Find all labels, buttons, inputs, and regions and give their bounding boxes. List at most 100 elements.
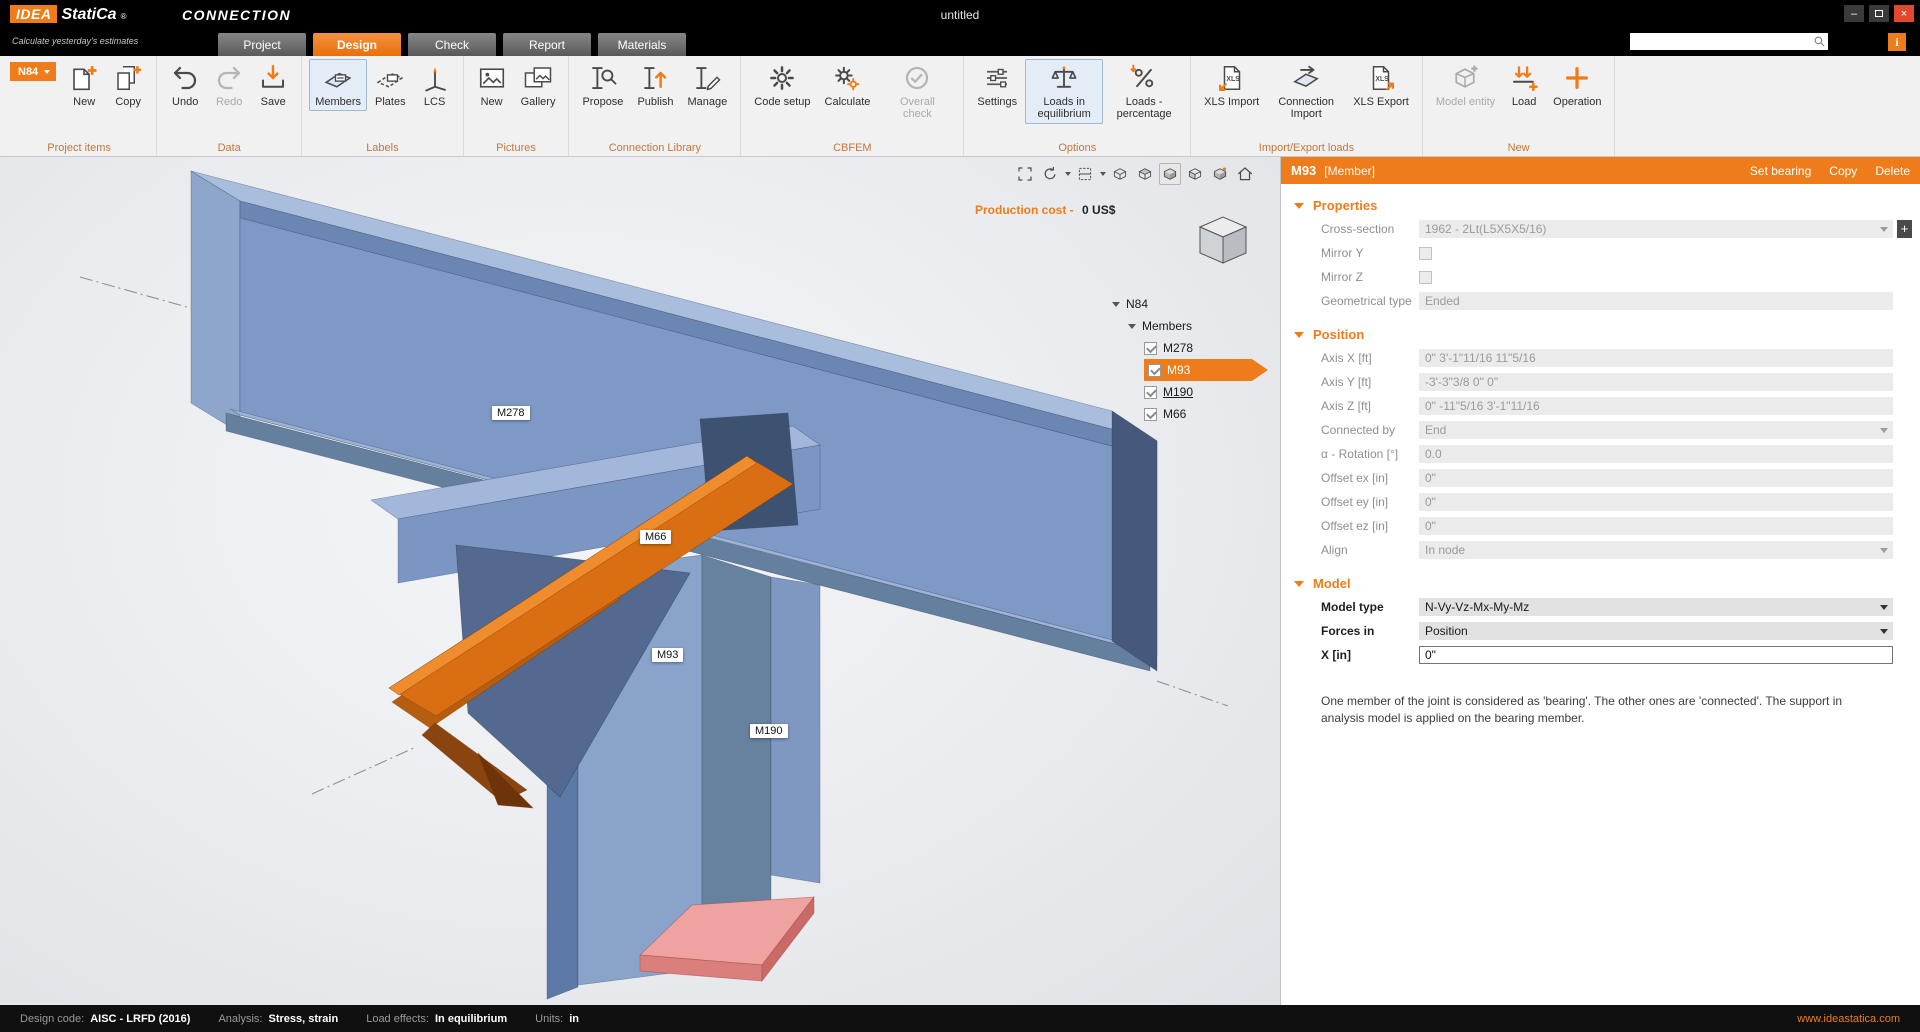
connection-import-button[interactable]: Connection Import xyxy=(1267,59,1345,124)
tree-item-m278[interactable]: M278 xyxy=(1144,337,1274,359)
m278-visibility-checkbox[interactable] xyxy=(1144,342,1157,355)
balance-scale-icon xyxy=(1049,63,1079,93)
delete-member-button[interactable]: Delete xyxy=(1875,164,1910,178)
orbit-button[interactable] xyxy=(1039,163,1061,185)
new-picture-button[interactable]: New xyxy=(471,59,513,111)
group-label-options: Options xyxy=(964,142,1190,154)
project-item-selector[interactable]: N84 xyxy=(10,62,56,81)
member-label-m278[interactable]: M278 xyxy=(492,406,530,420)
3d-viewport[interactable]: M278 M66 M93 M190 Production cost - 0 US… xyxy=(0,157,1280,1005)
section-position[interactable]: Position xyxy=(1281,327,1920,342)
settings-button[interactable]: Settings xyxy=(971,59,1023,111)
members-label-icon xyxy=(323,63,353,93)
group-label-new: New xyxy=(1423,142,1615,154)
undo-button[interactable]: Undo xyxy=(164,59,206,111)
tab-design[interactable]: Design xyxy=(313,33,401,56)
tab-project[interactable]: Project xyxy=(218,33,306,56)
view-front-face-button[interactable] xyxy=(1184,163,1206,185)
connected-by-dropdown: End xyxy=(1419,421,1893,439)
tab-check[interactable]: Check xyxy=(408,33,496,56)
row-offset-ey: Offset ey [in] 0" xyxy=(1281,490,1920,514)
view-shaded-top-icon xyxy=(1136,165,1154,183)
tree-node-root[interactable]: N84 xyxy=(1098,293,1274,315)
x-in-input[interactable] xyxy=(1419,646,1893,664)
info-button[interactable]: i xyxy=(1888,33,1906,51)
propose-button[interactable]: Propose xyxy=(576,59,629,111)
section-properties[interactable]: Properties xyxy=(1281,198,1920,213)
website-link[interactable]: www.ideastatica.com xyxy=(1797,1013,1900,1025)
m93-visibility-checkbox[interactable] xyxy=(1148,364,1161,377)
navigation-cube[interactable] xyxy=(1188,201,1258,271)
section-title: Model xyxy=(1313,576,1351,591)
row-model-type: Model type N-Vy-Vz-Mx-My-Mz xyxy=(1281,595,1920,619)
redo-button: Redo xyxy=(208,59,250,111)
tab-materials[interactable]: Materials xyxy=(598,33,686,56)
minimize-button[interactable]: – xyxy=(1844,5,1864,22)
chevron-down-icon[interactable] xyxy=(1128,324,1136,329)
xls-import-button[interactable]: XLS Import xyxy=(1198,59,1265,111)
members-labels-toggle[interactable]: Members xyxy=(309,59,367,111)
overall-check-button: Overall check xyxy=(878,59,956,124)
set-bearing-button[interactable]: Set bearing xyxy=(1750,164,1811,178)
row-cross-section: Cross-section 1962 - 2Lt(L5X5X5/16) + xyxy=(1281,217,1920,241)
section-model[interactable]: Model xyxy=(1281,576,1920,591)
close-button[interactable]: × xyxy=(1894,5,1914,22)
search-input[interactable] xyxy=(1630,33,1813,50)
tree-node-members[interactable]: Members xyxy=(1098,315,1274,337)
model-type-dropdown[interactable]: N-Vy-Vz-Mx-My-Mz xyxy=(1419,598,1893,616)
section-view-button[interactable] xyxy=(1074,163,1096,185)
3d-scene[interactable] xyxy=(0,157,1280,1005)
chevron-down-icon[interactable] xyxy=(1112,302,1120,307)
save-button[interactable]: Save xyxy=(252,59,294,111)
new-project-item-button[interactable]: New xyxy=(63,59,105,111)
copy-member-button[interactable]: Copy xyxy=(1829,164,1857,178)
view-marked-button[interactable] xyxy=(1209,163,1231,185)
new-load-button[interactable]: Load xyxy=(1503,59,1545,111)
panel-header: M93 [Member] Set bearing Copy Delete xyxy=(1281,157,1920,184)
tree-item-m190[interactable]: M190 xyxy=(1144,381,1274,403)
code-setup-button[interactable]: Code setup xyxy=(748,59,816,111)
new-operation-button[interactable]: Operation xyxy=(1547,59,1607,111)
calculate-button[interactable]: Calculate xyxy=(819,59,877,111)
plates-labels-toggle[interactable]: Plates xyxy=(369,59,412,111)
manage-button[interactable]: Manage xyxy=(682,59,734,111)
row-rotation: α - Rotation [°] 0.0 xyxy=(1281,442,1920,466)
m190-visibility-checkbox[interactable] xyxy=(1144,386,1157,399)
row-offset-ex: Offset ex [in] 0" xyxy=(1281,466,1920,490)
member-label-m66[interactable]: M66 xyxy=(640,530,671,544)
section-dropdown-caret[interactable] xyxy=(1100,172,1106,176)
fit-view-button[interactable] xyxy=(1014,163,1036,185)
maximize-button[interactable] xyxy=(1869,5,1889,22)
save-icon xyxy=(258,63,288,93)
status-units: Units: in xyxy=(535,1013,579,1025)
ribbon-group-connection-library: Propose Publish Manage Connection Librar… xyxy=(569,56,741,156)
lcs-toggle[interactable]: LCS xyxy=(414,59,456,111)
loads-in-equilibrium-toggle[interactable]: Loads in equilibrium xyxy=(1025,59,1103,124)
orbit-dropdown-caret[interactable] xyxy=(1065,172,1071,176)
home-view-button[interactable] xyxy=(1234,163,1256,185)
copy-project-item-button[interactable]: Copy xyxy=(107,59,149,111)
tree-item-label: M278 xyxy=(1163,341,1193,355)
member-label-m93[interactable]: M93 xyxy=(652,648,683,662)
tree-item-m66[interactable]: M66 xyxy=(1144,403,1274,425)
gear-icon xyxy=(767,63,797,93)
member-label-m190[interactable]: M190 xyxy=(750,724,788,738)
gallery-button[interactable]: Gallery xyxy=(515,59,562,111)
row-mirror-y: Mirror Y xyxy=(1281,241,1920,265)
view-shaded-top-button[interactable] xyxy=(1134,163,1156,185)
collapse-triangle-icon xyxy=(1294,203,1304,209)
xls-export-icon xyxy=(1366,63,1396,93)
add-cross-section-button[interactable]: + xyxy=(1897,220,1912,238)
xls-export-button[interactable]: XLS Export xyxy=(1347,59,1415,111)
publish-button[interactable]: Publish xyxy=(631,59,679,111)
loads-percentage-toggle[interactable]: Loads - percentage xyxy=(1105,59,1183,124)
view-solid-button[interactable] xyxy=(1159,163,1181,185)
forces-in-dropdown[interactable]: Position xyxy=(1419,622,1893,640)
tree-members-label: Members xyxy=(1142,319,1192,333)
m66-visibility-checkbox[interactable] xyxy=(1144,408,1157,421)
view-wireframe-button[interactable] xyxy=(1109,163,1131,185)
tab-report[interactable]: Report xyxy=(503,33,591,56)
orbit-icon xyxy=(1041,165,1059,183)
ribbon: N84 New Copy Project items U xyxy=(0,56,1920,157)
tree-item-m93[interactable]: M93 xyxy=(1144,359,1268,381)
